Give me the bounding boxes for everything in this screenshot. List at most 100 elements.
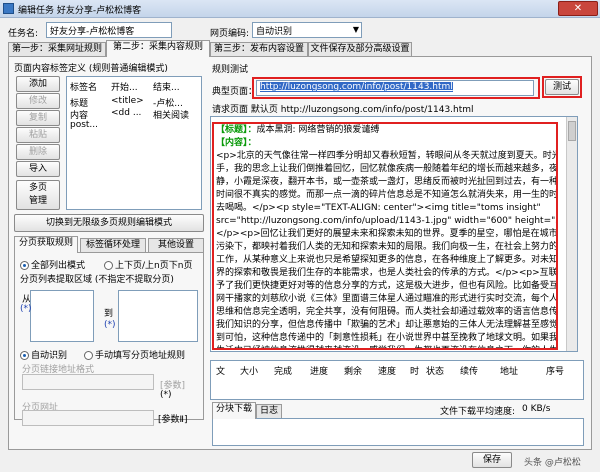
row-post-name[interactable]: post... [70,120,98,130]
tab-step2[interactable]: 第二步：采集内容规则 [106,40,210,57]
encoding-label: 网页编码: [210,29,250,39]
col-time: 时 [410,367,420,377]
task-name-label: 任务名: [8,29,39,39]
result-line: 到可怕，这种信息传递中的「刺意性损耗」在小说世界中甚至挽救了地球文明。如果我们的 [216,333,556,343]
col-status: 状态 [426,367,445,377]
scrollbar-thumb[interactable] [568,121,576,141]
result-line: 【内容】： [216,137,556,150]
result-line: 网干播家的刘慈欣小说《三体》里面谱三体星人通过瞄准的形式进行实时交流，每个人的 [216,294,556,304]
result-line: 思维和信息完全透明，完全共享，没有何阻碍。而人类社会却通过载效率的语言信息传递 [216,307,556,317]
task-name-input[interactable]: 好友分享-卢松松博客 [46,22,172,38]
manual-option[interactable]: 手动填写分页地址规则 [84,348,185,361]
chevron-down-icon: ▼ [352,25,359,34]
result-line: 界的探索和敬畏是我们生存的本能需求，也是人类社会的传承的方式。</p><p>互联… [216,268,556,278]
col-address: 地址 [500,367,519,377]
mode-prev-next[interactable]: 上下页/上n页下n页 [104,258,192,271]
radio-icon [20,351,29,360]
tag-def-title: 页面内容标签定义 (规则普通编辑模式) [14,64,168,74]
radio-icon [104,261,113,270]
param-button-2[interactable]: [参数Ⅱ] [158,412,187,425]
add-button[interactable]: 添加 [16,76,60,92]
paging-area-label: 分页列表提取区域 (不指定不提取分页) [20,275,174,285]
row-content-end: 相关阅读 [153,111,190,121]
to-input[interactable] [118,290,198,342]
from-input[interactable] [30,290,94,342]
switch-mode-button[interactable]: 切换到无限级多页规则编辑模式 [14,214,204,232]
save-button[interactable]: 保存 [472,452,512,468]
tab-step3[interactable]: 第三步：发布内容设置 [210,42,308,57]
result-line-tag: 【内容】： [216,138,257,148]
avg-speed-label: 文件下载平均速度: [440,407,516,417]
request-page-url: http://luzongsong.com/info/post/1143.htm… [280,105,474,115]
col-progress: 进度 [310,367,329,377]
col-speed: 速度 [378,367,397,377]
col-file: 文 [216,367,226,377]
tab-other-settings[interactable]: 其他设置 [148,238,204,253]
encoding-value: 自动识别 [256,27,293,37]
result-line: 手，我的思念上让我们倒推着回忆，回忆就像疾病一般随着年纪的增长而越来越多，夜深到… [216,164,556,174]
row-content-start: <dd ... [111,108,142,118]
link-format-input[interactable] [22,374,154,390]
tab-paging-rule[interactable]: 分页获取规则 [14,236,78,253]
window-title: 编辑任务 好友分享-卢松松博客 [18,6,142,16]
tab-step4[interactable]: 文件保存及部分高级设置 [308,42,412,57]
delete-button[interactable]: 删除 [16,144,60,160]
import-button[interactable]: 导入 [16,161,60,177]
col-done: 完成 [274,367,293,377]
result-line: src="http://luzongsong.com/info/upload/1… [216,216,556,226]
tab-log[interactable]: 日志 [256,404,282,419]
col-index: 序号 [546,367,565,377]
tag-list[interactable]: 标签名 开始... 结束... 标题 <title> -卢松... 内容 <dd… [66,76,202,210]
result-lines: 【标题】：成本黑洞: 网络营销的狼爱谴缚 【内容】： <p>北京的天气像往常一样四季… [216,124,556,348]
col-start: 开始... [111,83,138,93]
title-bar: 编辑任务 好友分享-卢松松博客 ✕ [0,0,600,18]
multi-page-button[interactable]: 多页 管理 [16,180,60,210]
result-line: </p><p>回忆让我们更好的展望未来和探索未知的世界。夏季的星空，哪怕是在城市… [216,229,556,239]
watermark: 头条 @卢松松 [524,458,581,468]
row-title-start: <title> [111,96,144,106]
edit-button[interactable]: 修改 [16,93,60,109]
request-page-row: 请求页面 默认页 http://luzongsong.com/info/post… [212,105,474,115]
radio-icon [20,261,29,270]
result-line: 工作，从某种意义上来说也只是希望探知更多的信息，在各种维度上了解更多。对未知世 [216,255,556,265]
result-line: <p>北京的天气像往常一样四季分明却又春秋短暂，转眼间从冬天就过度到夏天。时光如 [216,151,556,161]
typical-page-label: 典型页面： [212,87,258,97]
test-button[interactable]: 测试 [545,79,579,95]
tab-tag-loop[interactable]: 标签循环处理 [80,238,146,253]
result-line: 污染下，都映衬着我们人类的无知和探索未知的局限。我们向极一生，在社会上努力的学习 [216,242,556,252]
paging-url-input[interactable] [22,410,154,426]
param-star: (*) [160,390,172,400]
result-line: 去喝喝。</p><p style="TEXT-ALIGN: center"><i… [216,203,541,213]
col-tagname: 标签名 [70,83,98,93]
col-remaining: 剩余 [344,367,363,377]
mode-list-all[interactable]: 全部列出模式 [20,258,85,271]
result-line-tag: 【标题】： [216,125,257,135]
chunk-download-area [212,418,584,446]
result-line: 【标题】：成本黑洞: 网络营销的狼爱谴缚 [216,125,380,135]
copy-button[interactable]: 复制 [16,110,60,126]
result-line: 我们知识的分享，但信息传播中「欺骗的艺术」却让悪意始的三体人无法理解甚至感觉 [216,320,556,330]
auto-detect-option[interactable]: 自动识别 [20,348,67,361]
rule-test-title: 规则测试 [212,65,249,75]
close-button[interactable]: ✕ [558,1,598,16]
from-star: (*) [20,304,32,314]
typical-page-url: http://luzongsong.com/info/post/1143.htm… [260,82,453,92]
paste-button[interactable]: 粘贴 [16,127,60,143]
app-icon [3,3,14,14]
col-end: 结束... [153,83,180,93]
typical-page-input[interactable]: http://luzongsong.com/info/post/1143.htm… [256,80,534,96]
download-header: 文 大小 完成 进度 剩余 速度 时 状态 续传 地址 序号 [216,364,576,377]
radio-icon [84,351,93,360]
encoding-select[interactable]: 自动识别 ▼ [252,22,362,38]
tab-step1[interactable]: 第一步：采集网址规则 [8,42,106,57]
result-scrollbar[interactable] [566,117,577,351]
avg-speed-value: 0 KB/s [522,404,551,414]
result-line: 生活中已经被信息流推得越来越淹没，感觉我们一生都也再淹没在信息之下，你的人生信.… [216,345,556,348]
col-resume: 续传 [460,367,479,377]
result-line: 予了我们更快捷更好对等的信息分享的方式，这是极大进步，但也有风险。比如备受互联 [216,281,556,291]
result-line: 时间很不真实的感觉。而那一点一滴的碎片信息总是不知道怎么就消失来，用一生的时间 [216,190,556,200]
to-label: 到 [104,309,114,319]
to-star: (*) [104,320,116,330]
col-size: 大小 [240,367,259,377]
tab-chunk-download[interactable]: 分块下载 [212,402,256,419]
